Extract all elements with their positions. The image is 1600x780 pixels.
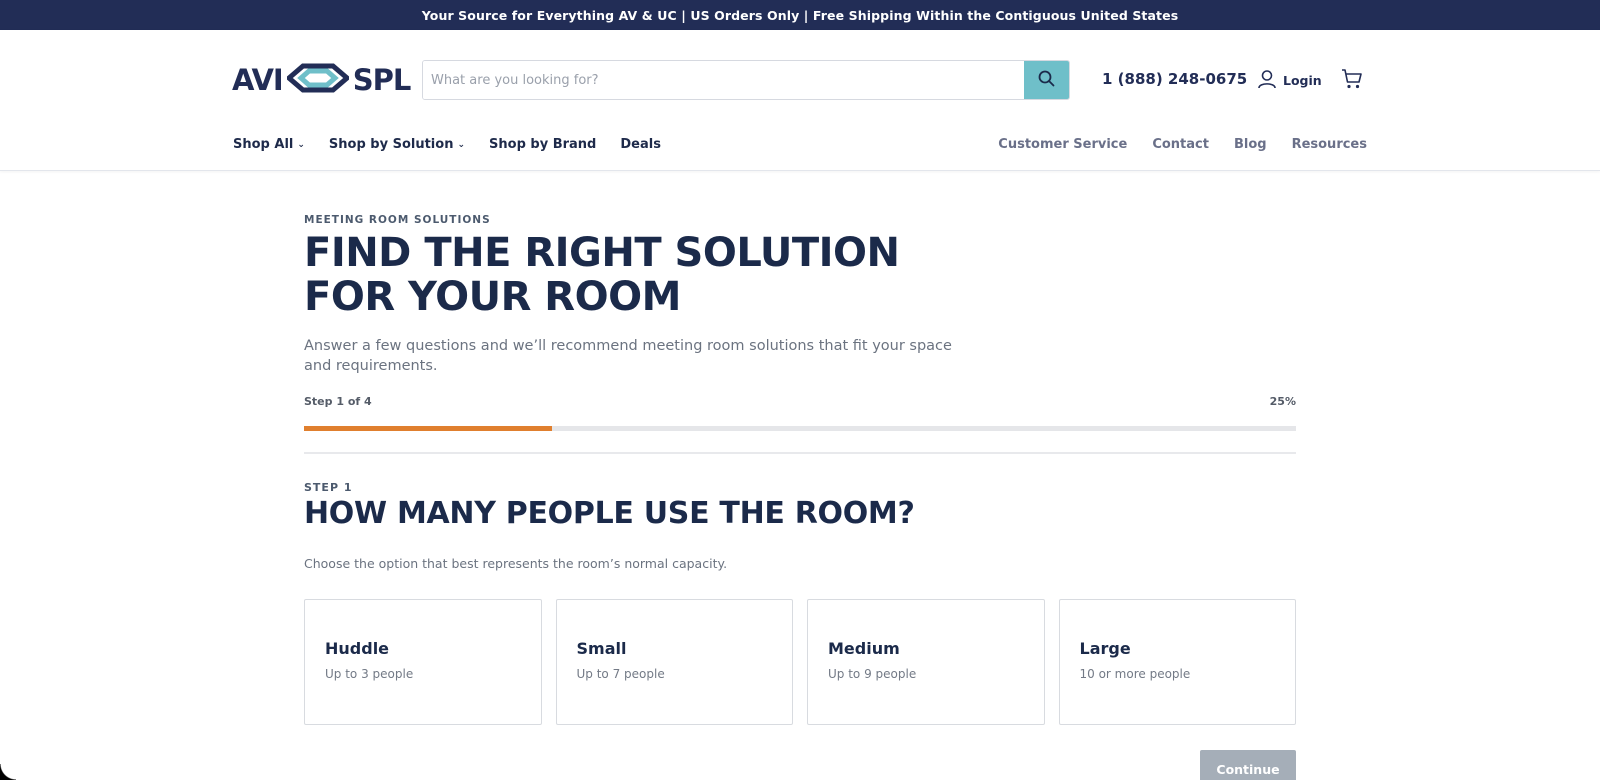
- option-large[interactable]: Large 10 or more people: [1058, 599, 1296, 725]
- search-button[interactable]: [1024, 61, 1069, 99]
- capacity-options: Huddle Up to 3 people Small Up to 7 peop…: [304, 599, 1296, 725]
- option-title: Medium: [828, 639, 900, 658]
- step-eyebrow: STEP 1: [304, 481, 353, 494]
- site-header: AVI SPL 1 (888) 248-0675 Login Shop: [0, 30, 1600, 171]
- nav-label: Shop All: [233, 137, 294, 152]
- nav-contact[interactable]: Contact: [1152, 137, 1209, 152]
- option-desc: 10 or more people: [1079, 667, 1191, 681]
- option-medium[interactable]: Medium Up to 9 people: [807, 599, 1045, 725]
- continue-button[interactable]: Continue: [1200, 750, 1296, 780]
- nav-blog[interactable]: Blog: [1234, 137, 1267, 152]
- announcement-bar: Your Source for Everything AV & UC | US …: [0, 0, 1600, 30]
- nav-resources[interactable]: Resources: [1292, 137, 1367, 152]
- nav-shop-by-brand[interactable]: Shop by Brand: [489, 137, 596, 152]
- progress-fill: [304, 426, 552, 431]
- step-help-text: Choose the option that best represents t…: [304, 556, 728, 571]
- option-title: Huddle: [325, 639, 390, 658]
- option-title: Large: [1079, 639, 1131, 658]
- logo-text-right: SPL: [352, 62, 412, 97]
- chevron-down-icon: ⌄: [297, 139, 305, 150]
- progress-bar: [304, 426, 1296, 431]
- nav-shop-by-solution[interactable]: Shop by Solution ⌄: [329, 137, 465, 152]
- search-icon: [1038, 70, 1055, 91]
- window-corner: [0, 764, 16, 780]
- search-input[interactable]: [423, 61, 1024, 99]
- page-title: FIND THE RIGHT SOLUTION FOR YOUR ROOM: [304, 230, 900, 320]
- divider: [304, 452, 1296, 454]
- nav-shop-all[interactable]: Shop All ⌄: [233, 137, 305, 152]
- phone-number[interactable]: 1 (888) 248-0675: [1102, 70, 1247, 88]
- secondary-nav: Customer Service Contact Blog Resources: [998, 137, 1367, 152]
- nav-deals[interactable]: Deals: [620, 137, 661, 152]
- cart-icon: [1341, 69, 1363, 94]
- nav-label: Shop by Brand: [489, 137, 597, 152]
- page-subtitle: Answer a few questions and we’ll recomme…: [304, 338, 952, 374]
- option-huddle[interactable]: Huddle Up to 3 people: [304, 599, 542, 725]
- option-desc: Up to 3 people: [325, 667, 414, 681]
- nav-customer-service[interactable]: Customer Service: [998, 137, 1127, 152]
- hero-eyebrow: MEETING ROOM SOLUTIONS: [304, 214, 491, 226]
- login-link[interactable]: Login: [1257, 69, 1322, 92]
- progress-percent: 25%: [1269, 395, 1296, 408]
- logo-text-left: AVI: [232, 62, 284, 97]
- user-icon: [1257, 69, 1277, 92]
- chevron-down-icon: ⌄: [457, 139, 466, 150]
- search-bar: [422, 60, 1070, 100]
- primary-nav: Shop All ⌄ Shop by Solution ⌄ Shop by Bran…: [233, 137, 685, 152]
- step-question: HOW MANY PEOPLE USE THE ROOM?: [304, 496, 915, 531]
- progress-step-label: Step 1 of 4: [304, 395, 372, 408]
- login-label: Login: [1283, 73, 1322, 88]
- logo-mark-icon: [284, 63, 351, 97]
- option-desc: Up to 7 people: [576, 667, 665, 681]
- nav-label: Deals: [620, 137, 661, 152]
- option-desc: Up to 9 people: [828, 667, 917, 681]
- nav-label: Shop by Solution: [328, 137, 454, 152]
- avi-spl-logo[interactable]: AVI SPL: [232, 62, 411, 97]
- option-small[interactable]: Small Up to 7 people: [555, 599, 793, 725]
- option-title: Small: [576, 639, 627, 658]
- cart-button[interactable]: [1341, 68, 1363, 94]
